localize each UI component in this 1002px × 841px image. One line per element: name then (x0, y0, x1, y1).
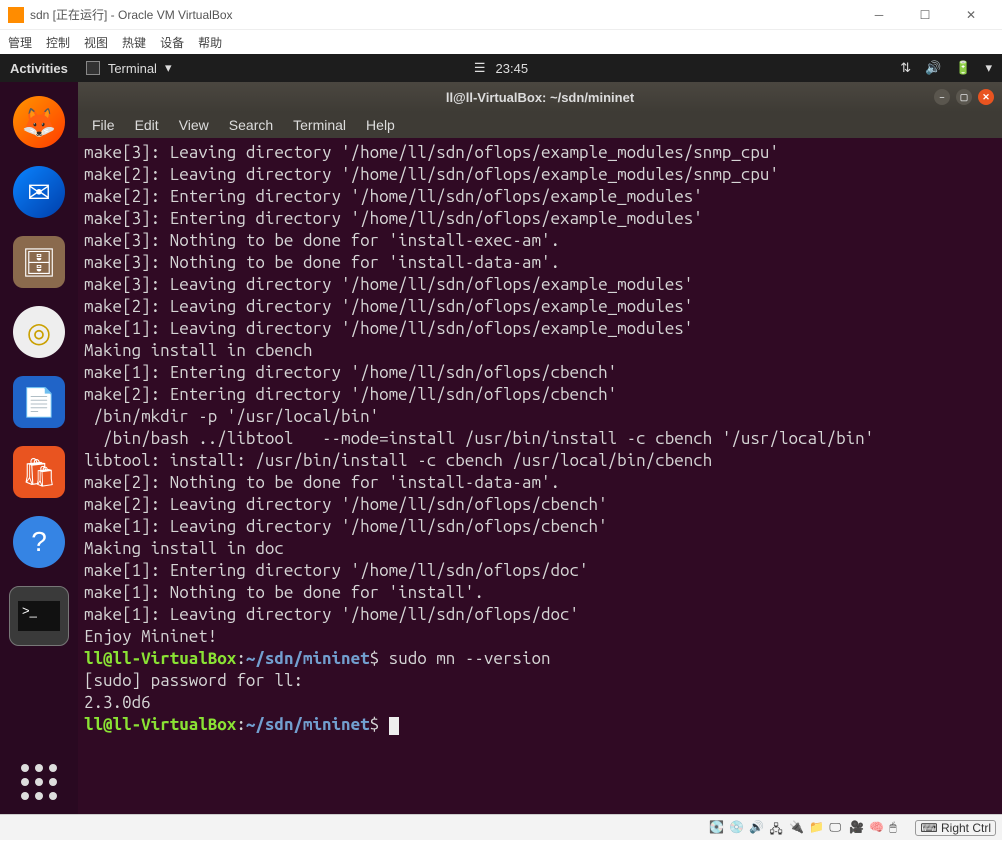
host-key-label: Right Ctrl (941, 821, 991, 835)
virtualbox-statusbar: 💽 💿 🔊 🖧 🔌 📁 🖵 🎥 🧠 🖱 ⌨ Right Ctrl (0, 814, 1002, 840)
terminal-menu-file[interactable]: File (92, 117, 115, 133)
terminal-maximize-button[interactable]: ▢ (956, 89, 972, 105)
topbar-clock[interactable]: ☰ 23:45 (474, 60, 528, 76)
vb-menu-hotkeys[interactable]: 热键 (122, 34, 146, 51)
rhythmbox-icon: ◎ (27, 316, 51, 349)
status-hdd-icon[interactable]: 💽 (709, 820, 725, 836)
activities-button[interactable]: Activities (10, 61, 68, 76)
thunderbird-icon: ✉ (27, 176, 50, 209)
virtualbox-icon (8, 7, 24, 23)
virtualbox-title: sdn [正在运行] - Oracle VM VirtualBox (30, 6, 233, 23)
terminal-title: ll@ll-VirtualBox: ~/sdn/mininet (446, 90, 634, 105)
topbar-app-label: Terminal (108, 61, 157, 76)
minimize-button[interactable]: ─ (856, 0, 902, 30)
terminal-menubar: File Edit View Search Terminal Help (78, 112, 1002, 138)
vb-menu-help[interactable]: 帮助 (198, 34, 222, 51)
vb-menu-devices[interactable]: 设备 (160, 34, 184, 51)
virtualbox-menubar: 管理 控制 视图 热键 设备 帮助 (0, 30, 1002, 54)
status-network-icon[interactable]: 🖧 (769, 820, 785, 836)
terminal-icon: >_ (18, 601, 60, 631)
maximize-button[interactable]: ☐ (902, 0, 948, 30)
status-mouse-icon[interactable]: 🖱 (889, 820, 905, 836)
ubuntu-dock: 🦊 ✉ 🗄 ◎ 📄 🛍 ? >_ (0, 82, 78, 814)
chevron-down-icon: ▾ (165, 60, 172, 76)
status-cpu-icon[interactable]: 🧠 (869, 820, 885, 836)
battery-icon[interactable]: 🔋 (955, 60, 971, 76)
menu-icon: ☰ (474, 60, 486, 76)
terminal-menu-view[interactable]: View (179, 117, 209, 133)
terminal-titlebar[interactable]: ll@ll-VirtualBox: ~/sdn/mininet – ▢ ✕ (78, 82, 1002, 112)
dock-files[interactable]: 🗄 (13, 236, 65, 288)
close-button[interactable]: ✕ (948, 0, 994, 30)
vb-menu-view[interactable]: 视图 (84, 34, 108, 51)
help-icon: ? (31, 526, 47, 558)
terminal-menu-terminal[interactable]: Terminal (293, 117, 346, 133)
volume-icon[interactable]: 🔊 (925, 60, 941, 76)
dock-software[interactable]: 🛍 (13, 446, 65, 498)
show-applications-button[interactable] (21, 764, 57, 800)
gnome-topbar: Activities Terminal ▾ ☰ 23:45 ⇅ 🔊 🔋 ▾ (0, 54, 1002, 82)
terminal-minimize-button[interactable]: – (934, 89, 950, 105)
software-icon: 🛍 (21, 456, 57, 489)
dock-writer[interactable]: 📄 (13, 376, 65, 428)
status-shared-folder-icon[interactable]: 📁 (809, 820, 825, 836)
terminal-menu-edit[interactable]: Edit (135, 117, 159, 133)
terminal-body[interactable]: make[3]: Leaving directory '/home/ll/sdn… (78, 138, 1002, 814)
status-display-icon[interactable]: 🖵 (829, 820, 845, 836)
writer-icon: 📄 (22, 386, 57, 419)
files-icon: 🗄 (21, 246, 57, 279)
terminal-window: ll@ll-VirtualBox: ~/sdn/mininet – ▢ ✕ Fi… (78, 82, 1002, 814)
dock-help[interactable]: ? (13, 516, 65, 568)
network-icon[interactable]: ⇅ (900, 60, 911, 76)
vb-menu-manage[interactable]: 管理 (8, 34, 32, 51)
dock-terminal[interactable]: >_ (9, 586, 69, 646)
terminal-close-button[interactable]: ✕ (978, 89, 994, 105)
terminal-cursor (389, 717, 399, 735)
status-recording-icon[interactable]: 🎥 (849, 820, 865, 836)
host-key-indicator[interactable]: ⌨ Right Ctrl (915, 820, 996, 836)
dock-rhythmbox[interactable]: ◎ (13, 306, 65, 358)
vb-menu-control[interactable]: 控制 (46, 34, 70, 51)
terminal-menu-help[interactable]: Help (366, 117, 395, 133)
dock-firefox[interactable]: 🦊 (13, 96, 65, 148)
guest-display: Activities Terminal ▾ ☰ 23:45 ⇅ 🔊 🔋 ▾ 🦊 … (0, 54, 1002, 814)
dock-thunderbird[interactable]: ✉ (13, 166, 65, 218)
terminal-indicator-icon (86, 61, 100, 75)
firefox-icon: 🦊 (22, 106, 57, 139)
status-usb-icon[interactable]: 🔌 (789, 820, 805, 836)
status-audio-icon[interactable]: 🔊 (749, 820, 765, 836)
terminal-menu-search[interactable]: Search (229, 117, 273, 133)
clock-text: 23:45 (496, 61, 529, 76)
chevron-down-icon[interactable]: ▾ (985, 60, 992, 76)
topbar-app-indicator[interactable]: Terminal ▾ (86, 60, 172, 76)
virtualbox-titlebar: sdn [正在运行] - Oracle VM VirtualBox ─ ☐ ✕ (0, 0, 1002, 30)
status-optical-icon[interactable]: 💿 (729, 820, 745, 836)
